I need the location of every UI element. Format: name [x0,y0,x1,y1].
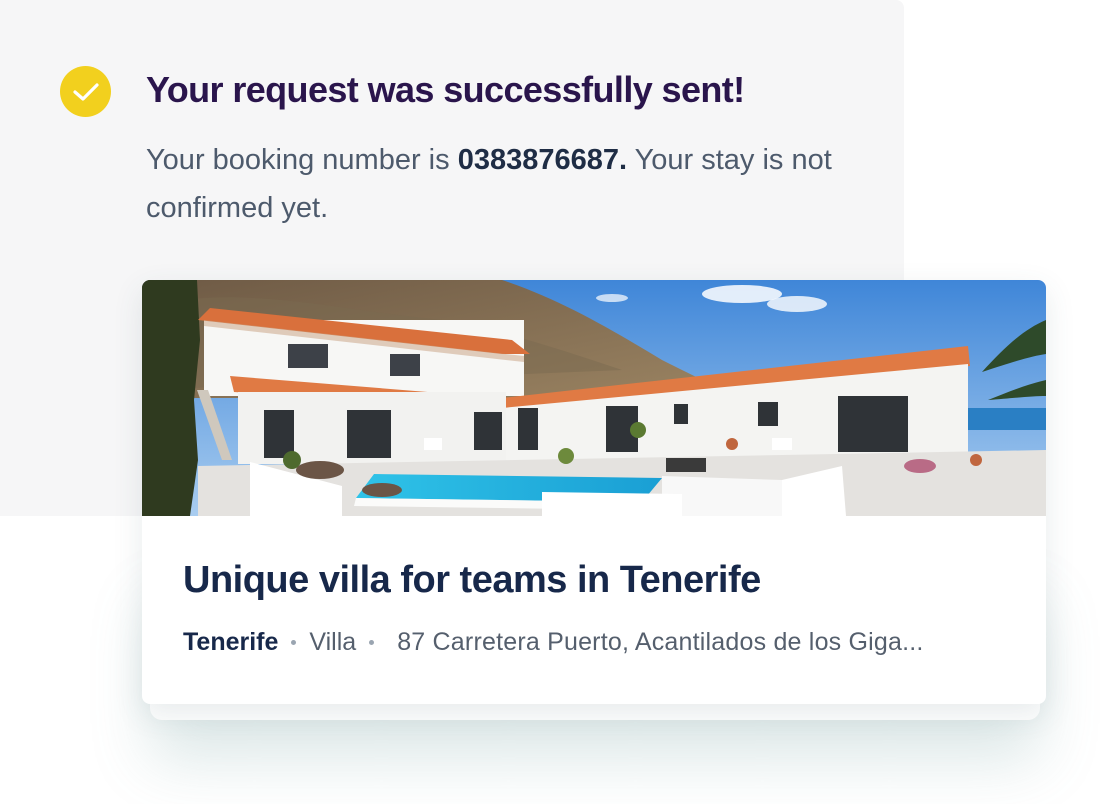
confirmation-title: Your request was successfully sent! [146,69,745,110]
separator-dot [291,639,297,645]
check-circle-icon [60,66,111,117]
listing-city: Tenerife [183,628,279,656]
separator-dot [369,639,375,645]
message-prefix: Your booking number is [146,144,458,176]
listing-card[interactable]: Unique villa for teams in Tenerife Tener… [142,280,1046,704]
page: Your request was successfully sent! Your… [0,0,1102,804]
confirmation-message: Your booking number is 0383876687. Your … [146,136,866,232]
villa-photo [142,280,1046,516]
booking-number: 0383876687. [457,144,628,176]
listing-address: 87 Carretera Puerto, Acantilados de los … [397,628,924,656]
listing-title[interactable]: Unique villa for teams in Tenerife [183,555,761,605]
listing-meta: Tenerife Villa 87 Carretera Puerto, Acan… [183,622,1023,662]
listing-type: Villa [309,628,357,656]
checkmark-icon [72,82,99,101]
